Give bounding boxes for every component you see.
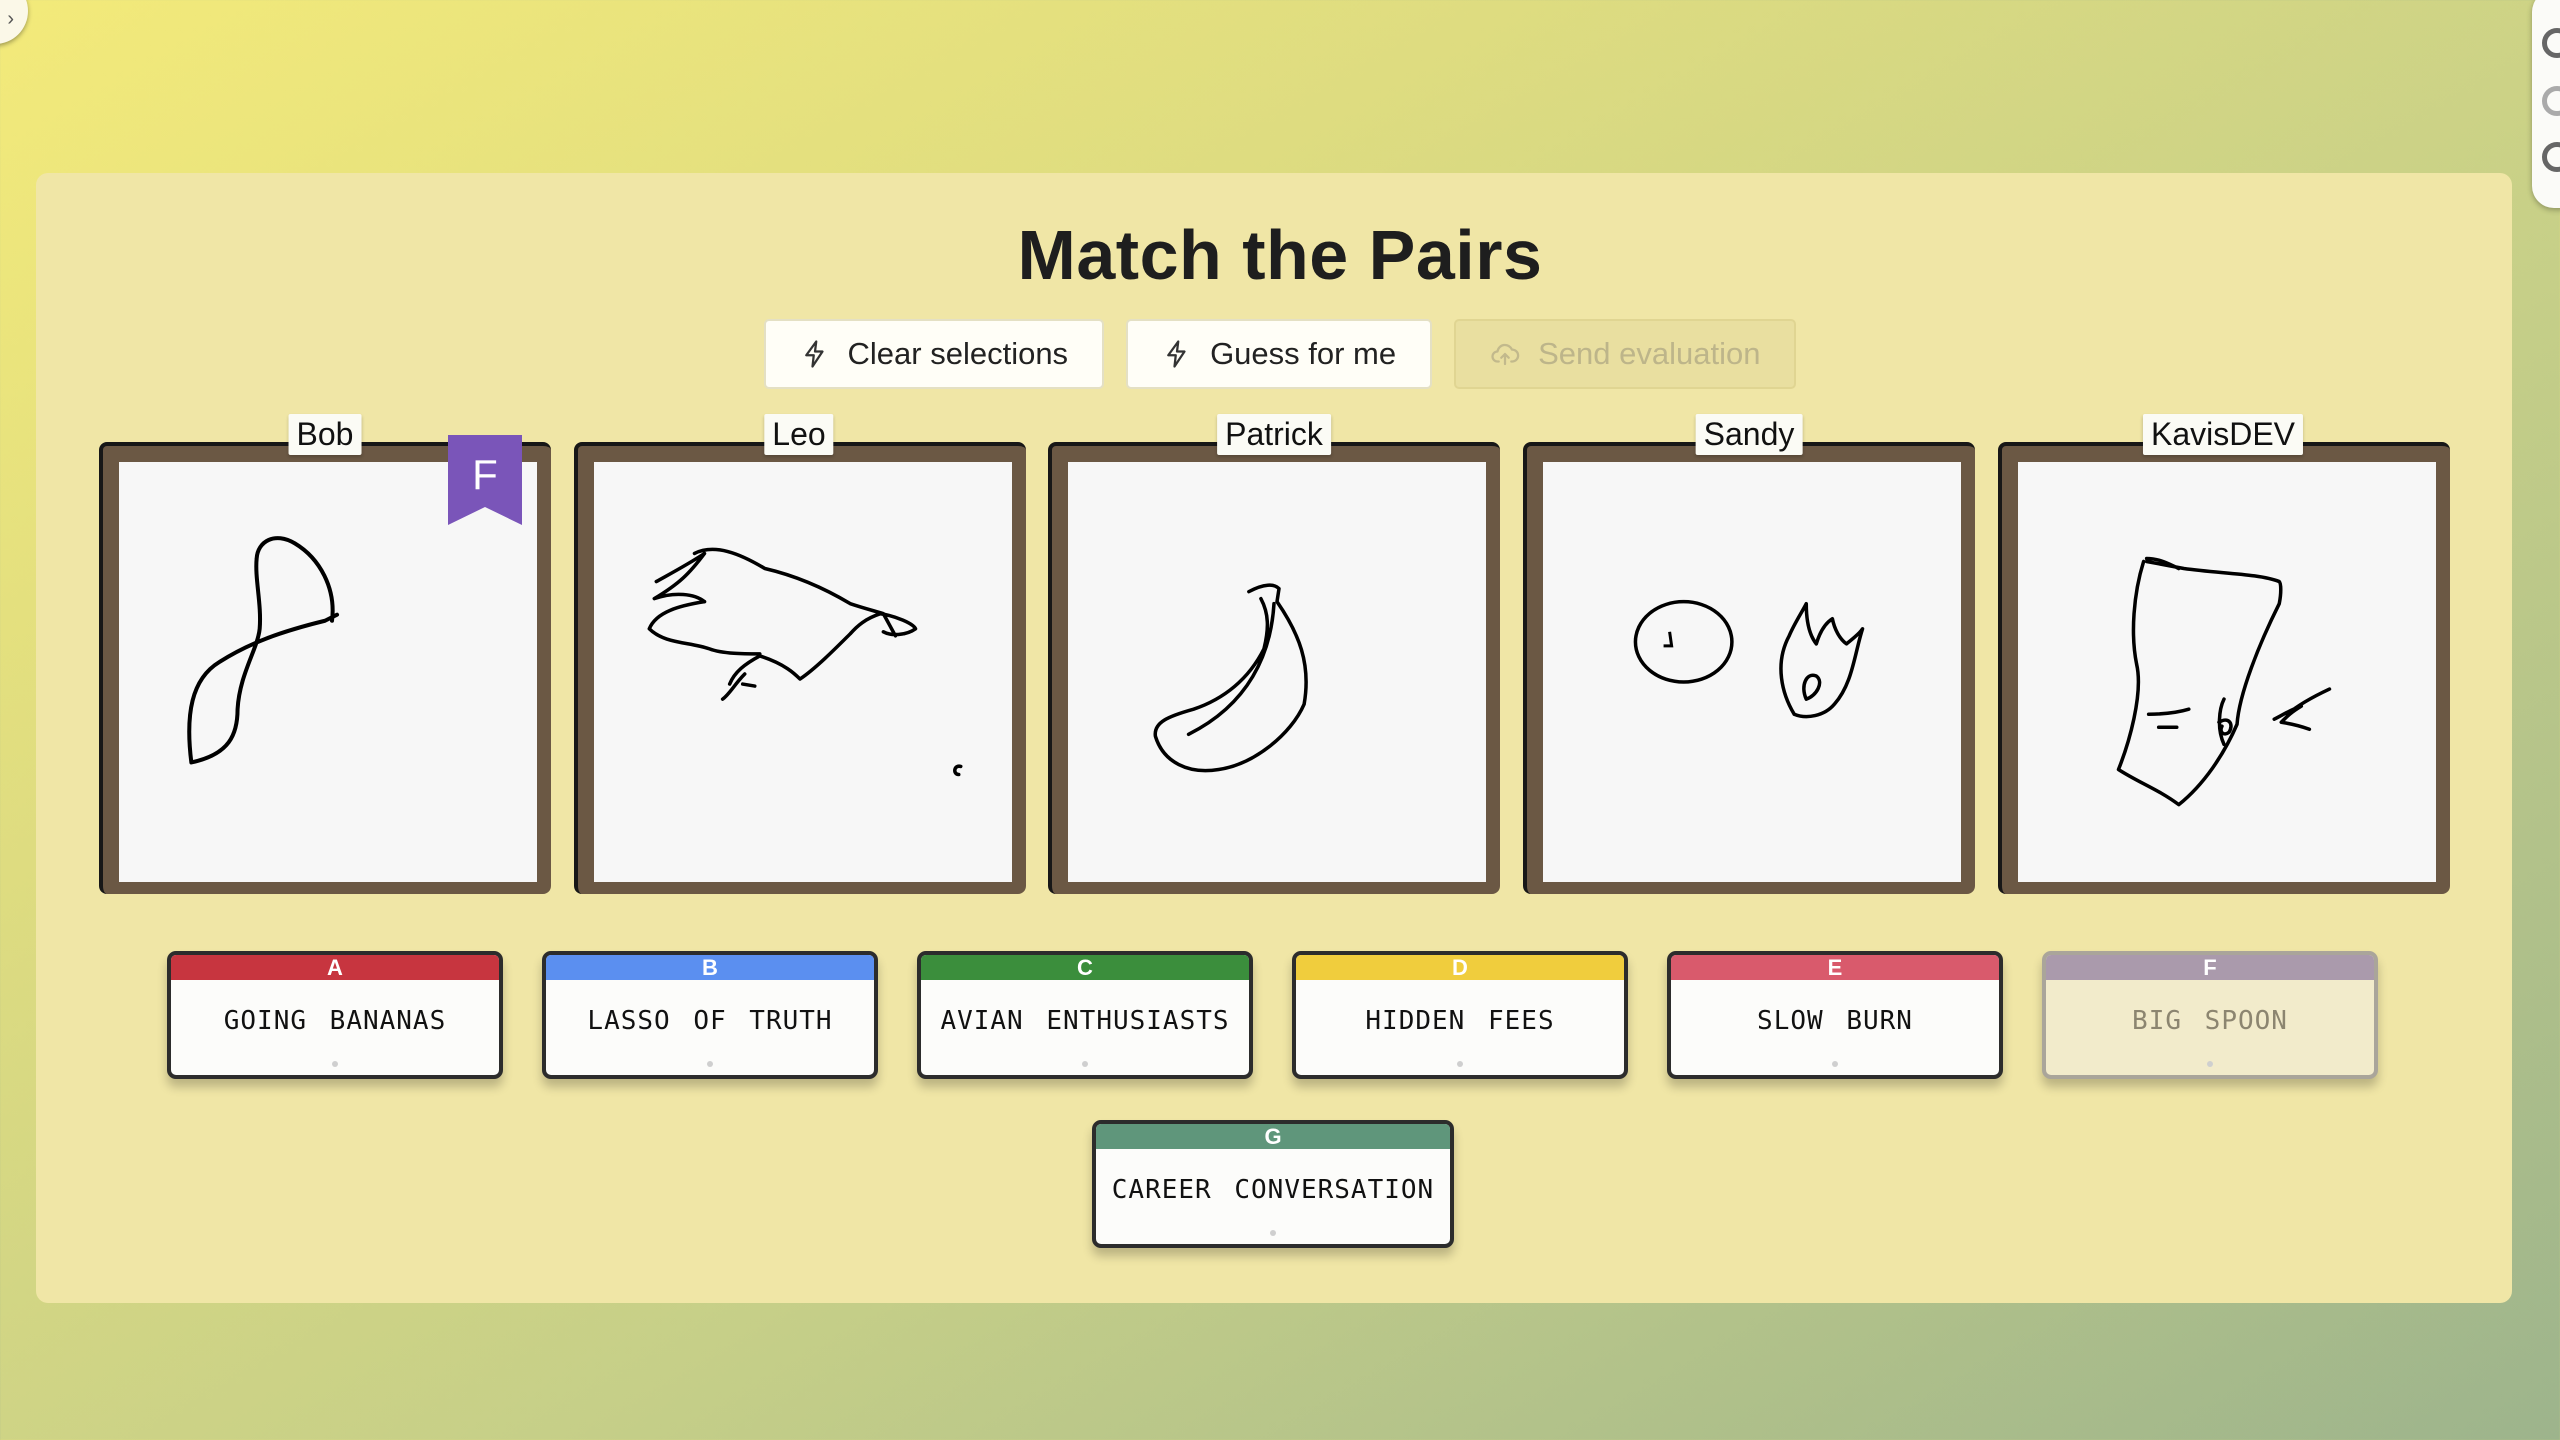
drag-handle-dot — [1270, 1230, 1276, 1236]
category-letter: F — [2046, 955, 2374, 980]
category-label: CAREER CONVERSATION — [1111, 1175, 1435, 1205]
settings-icon[interactable] — [2542, 28, 2560, 58]
category-card-d[interactable]: D HIDDEN FEES — [1292, 951, 1628, 1079]
sketch-kavisdev — [2116, 556, 2332, 807]
category-letter: C — [921, 955, 1249, 980]
category-card-g[interactable]: G CAREER CONVERSATION — [1092, 1120, 1454, 1248]
category-letter: B — [546, 955, 874, 980]
category-card-f[interactable]: F BIG SPOON — [2042, 951, 2378, 1079]
drawing-canvas — [1543, 462, 1961, 882]
player-name-tag: Bob — [288, 414, 362, 455]
drawing-canvas — [2018, 462, 2436, 882]
sketch-leo — [647, 547, 963, 777]
drawing-canvas — [119, 462, 537, 882]
drag-handle-dot — [1457, 1061, 1463, 1067]
category-label: AVIAN ENTHUSIASTS — [940, 1006, 1230, 1036]
drawing-canvas — [1068, 462, 1486, 882]
sketch-sandy — [1633, 599, 1865, 719]
side-dock — [2532, 0, 2560, 208]
category-card-b[interactable]: B LASSO OF TRUTH — [542, 951, 878, 1079]
drawing-card-kavisdev[interactable] — [1998, 442, 2450, 894]
drag-handle-dot — [1082, 1061, 1088, 1067]
category-card-c[interactable]: C AVIAN ENTHUSIASTS — [917, 951, 1253, 1079]
drag-handle-dot — [707, 1061, 713, 1067]
sketch-patrick — [1153, 583, 1308, 773]
category-letter: E — [1671, 955, 1999, 980]
category-label: GOING BANANAS — [223, 1006, 447, 1036]
drawing-card-sandy[interactable] — [1523, 442, 1975, 894]
category-card-e[interactable]: E SLOW BURN — [1667, 951, 2003, 1079]
back-button[interactable]: › — [0, 0, 28, 44]
category-label: LASSO OF TRUTH — [587, 1006, 833, 1036]
drag-handle-dot — [2207, 1061, 2213, 1067]
drag-handle-dot — [1832, 1061, 1838, 1067]
category-label: SLOW BURN — [1757, 1006, 1913, 1036]
drawing-card-patrick[interactable] — [1048, 442, 1500, 894]
category-card-a[interactable]: A GOING BANANAS — [167, 951, 503, 1079]
sketch-bob — [187, 536, 340, 765]
toolbar: Clear selections Guess for me Send evalu… — [0, 319, 2560, 389]
category-letter: A — [171, 955, 499, 980]
clear-selections-button[interactable]: Clear selections — [763, 319, 1105, 389]
page-title: Match the Pairs — [1017, 216, 1543, 294]
send-evaluation-label: Send evaluation — [1538, 336, 1761, 371]
category-label: BIG SPOON — [2132, 1006, 2288, 1036]
lightning-icon — [1167, 340, 1186, 368]
drawing-card-leo[interactable] — [574, 442, 1026, 894]
category-label: HIDDEN FEES — [1365, 1006, 1555, 1036]
drawing-canvas — [594, 462, 1012, 882]
player-name-tag: KavisDEV — [2142, 414, 2304, 455]
lightning-icon — [804, 340, 824, 368]
category-letter: G — [1096, 1124, 1450, 1149]
clear-selections-label: Clear selections — [847, 336, 1069, 371]
guess-for-me-button[interactable]: Guess for me — [1126, 319, 1433, 389]
send-evaluation-button[interactable]: Send evaluation — [1454, 319, 1797, 389]
player-name-tag: Leo — [764, 414, 834, 455]
info-icon[interactable] — [2542, 142, 2560, 172]
cloud-upload-icon — [1491, 343, 1520, 366]
player-name-tag: Patrick — [1217, 414, 1331, 455]
drag-handle-dot — [332, 1061, 338, 1067]
chevron-icon: › — [7, 8, 14, 30]
guess-for-me-label: Guess for me — [1210, 336, 1397, 371]
category-letter: D — [1296, 955, 1624, 980]
drawing-card-bob[interactable] — [99, 442, 551, 894]
sound-icon[interactable] — [2542, 86, 2560, 116]
player-name-tag: Sandy — [1695, 414, 1803, 455]
